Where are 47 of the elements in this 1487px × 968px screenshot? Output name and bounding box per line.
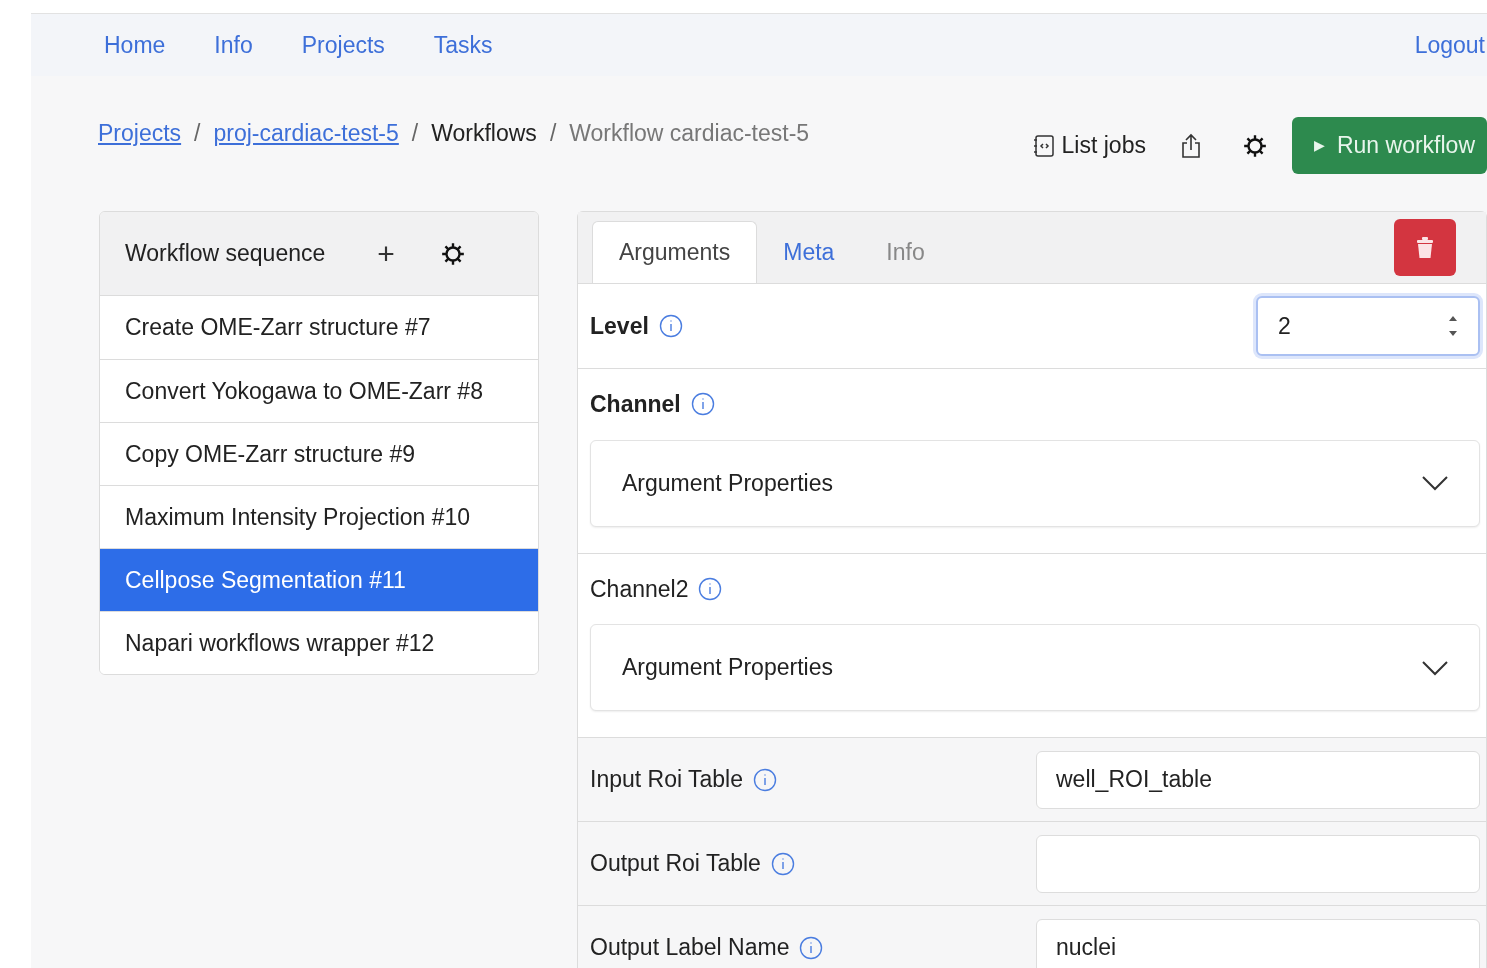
- breadcrumb-item: Workflows: [431, 119, 537, 148]
- number-field[interactable]: 2: [1256, 296, 1480, 356]
- add-task-button[interactable]: +: [377, 238, 395, 269]
- chevron-icon: [1421, 659, 1449, 676]
- run-workflow-button[interactable]: ▶ Run workflow: [1291, 117, 1487, 174]
- workflow-task-item[interactable]: Cellpose Segmentation #11: [100, 548, 538, 611]
- info-icon[interactable]: [698, 576, 723, 601]
- nav-link[interactable]: Tasks: [433, 27, 493, 63]
- text-field[interactable]: nuclei: [1036, 918, 1480, 968]
- text-field[interactable]: [1036, 834, 1480, 893]
- info-icon[interactable]: [799, 935, 824, 960]
- nav-link[interactable]: Projects: [301, 27, 385, 63]
- tab[interactable]: Meta: [757, 221, 861, 283]
- nav-link[interactable]: Info: [214, 27, 253, 63]
- breadcrumb-separator: /: [549, 119, 557, 148]
- argument-label: Level: [590, 311, 649, 341]
- settings-icon: [439, 240, 466, 267]
- argument-label: Input Roi Table: [590, 765, 743, 795]
- tab[interactable]: Arguments: [592, 221, 758, 283]
- sequence-settings-button[interactable]: [439, 240, 466, 267]
- argument-label: Output Roi Table: [590, 849, 761, 879]
- notebook-icon: [1032, 133, 1055, 158]
- argument-label: Output Label Name: [590, 933, 790, 963]
- info-icon[interactable]: [770, 851, 795, 876]
- breadcrumb-link[interactable]: Projects: [98, 116, 182, 151]
- list-jobs-button[interactable]: List jobs: [1020, 118, 1158, 173]
- info-icon[interactable]: [753, 767, 777, 792]
- info-icon[interactable]: [658, 314, 683, 338]
- info-icon[interactable]: [690, 392, 715, 417]
- accordion-header[interactable]: Argument Properties: [590, 624, 1480, 711]
- argument-label: Channel: [590, 390, 681, 419]
- panel-title: Workflow sequence: [125, 239, 326, 269]
- settings-icon: [1241, 132, 1268, 159]
- text-field[interactable]: well_ROI_table: [1036, 750, 1480, 809]
- nav-link[interactable]: Home: [104, 27, 166, 63]
- share-icon: [1180, 132, 1201, 159]
- breadcrumb-separator: /: [411, 119, 419, 148]
- accordion-header[interactable]: Argument Properties: [590, 439, 1480, 527]
- breadcrumb-separator: /: [194, 119, 201, 148]
- chevron-icon: [1421, 475, 1449, 491]
- argument-label: Channel2: [590, 574, 689, 604]
- logout-link[interactable]: Logout: [1414, 27, 1485, 63]
- workflow-task-item[interactable]: Napari workflows wrapper #12: [100, 611, 538, 674]
- trash-icon: [1416, 236, 1434, 259]
- breadcrumb-link[interactable]: proj-cardiac-test-5: [213, 116, 399, 151]
- breadcrumb-current: Workflow cardiac-test-5: [569, 119, 810, 148]
- delete-button[interactable]: [1394, 219, 1456, 276]
